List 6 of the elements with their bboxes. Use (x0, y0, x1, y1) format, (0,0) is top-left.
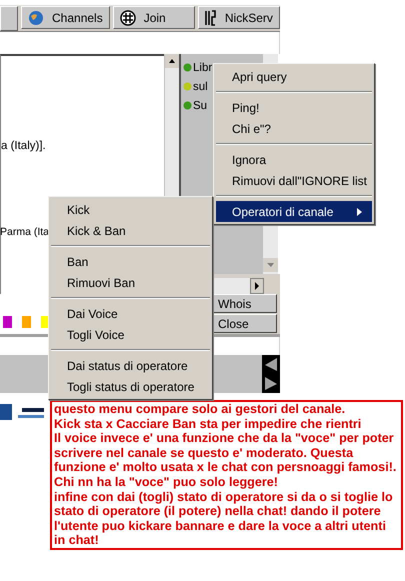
annotation-text: Kick sta x Cacciare Ban sta per impedire che rientri (54, 416, 362, 432)
annotation-text: infine con dai (togli) stato di operatore si da o si toglie lo stato di operatore (il potere) nella chat! dando il potere l'utente puo kickare bannare e dare la voce a altri utenti in chat! (54, 490, 394, 548)
annotation-text: Il voice invece e' una funzione che da la "voce" per poter scrivere nel canale se questo e' moderato. Questa funzione e' molto usata x le chat con persnoaggi famosi!. Chi nn ha la "voce" puo solo leggere! (54, 431, 398, 490)
chat-line: Parma (Ita (0, 226, 50, 238)
annotation-text: questo menu compare solo ai gestori del canale. (54, 402, 346, 417)
chat-line: a (Italy)]. (1, 140, 46, 152)
